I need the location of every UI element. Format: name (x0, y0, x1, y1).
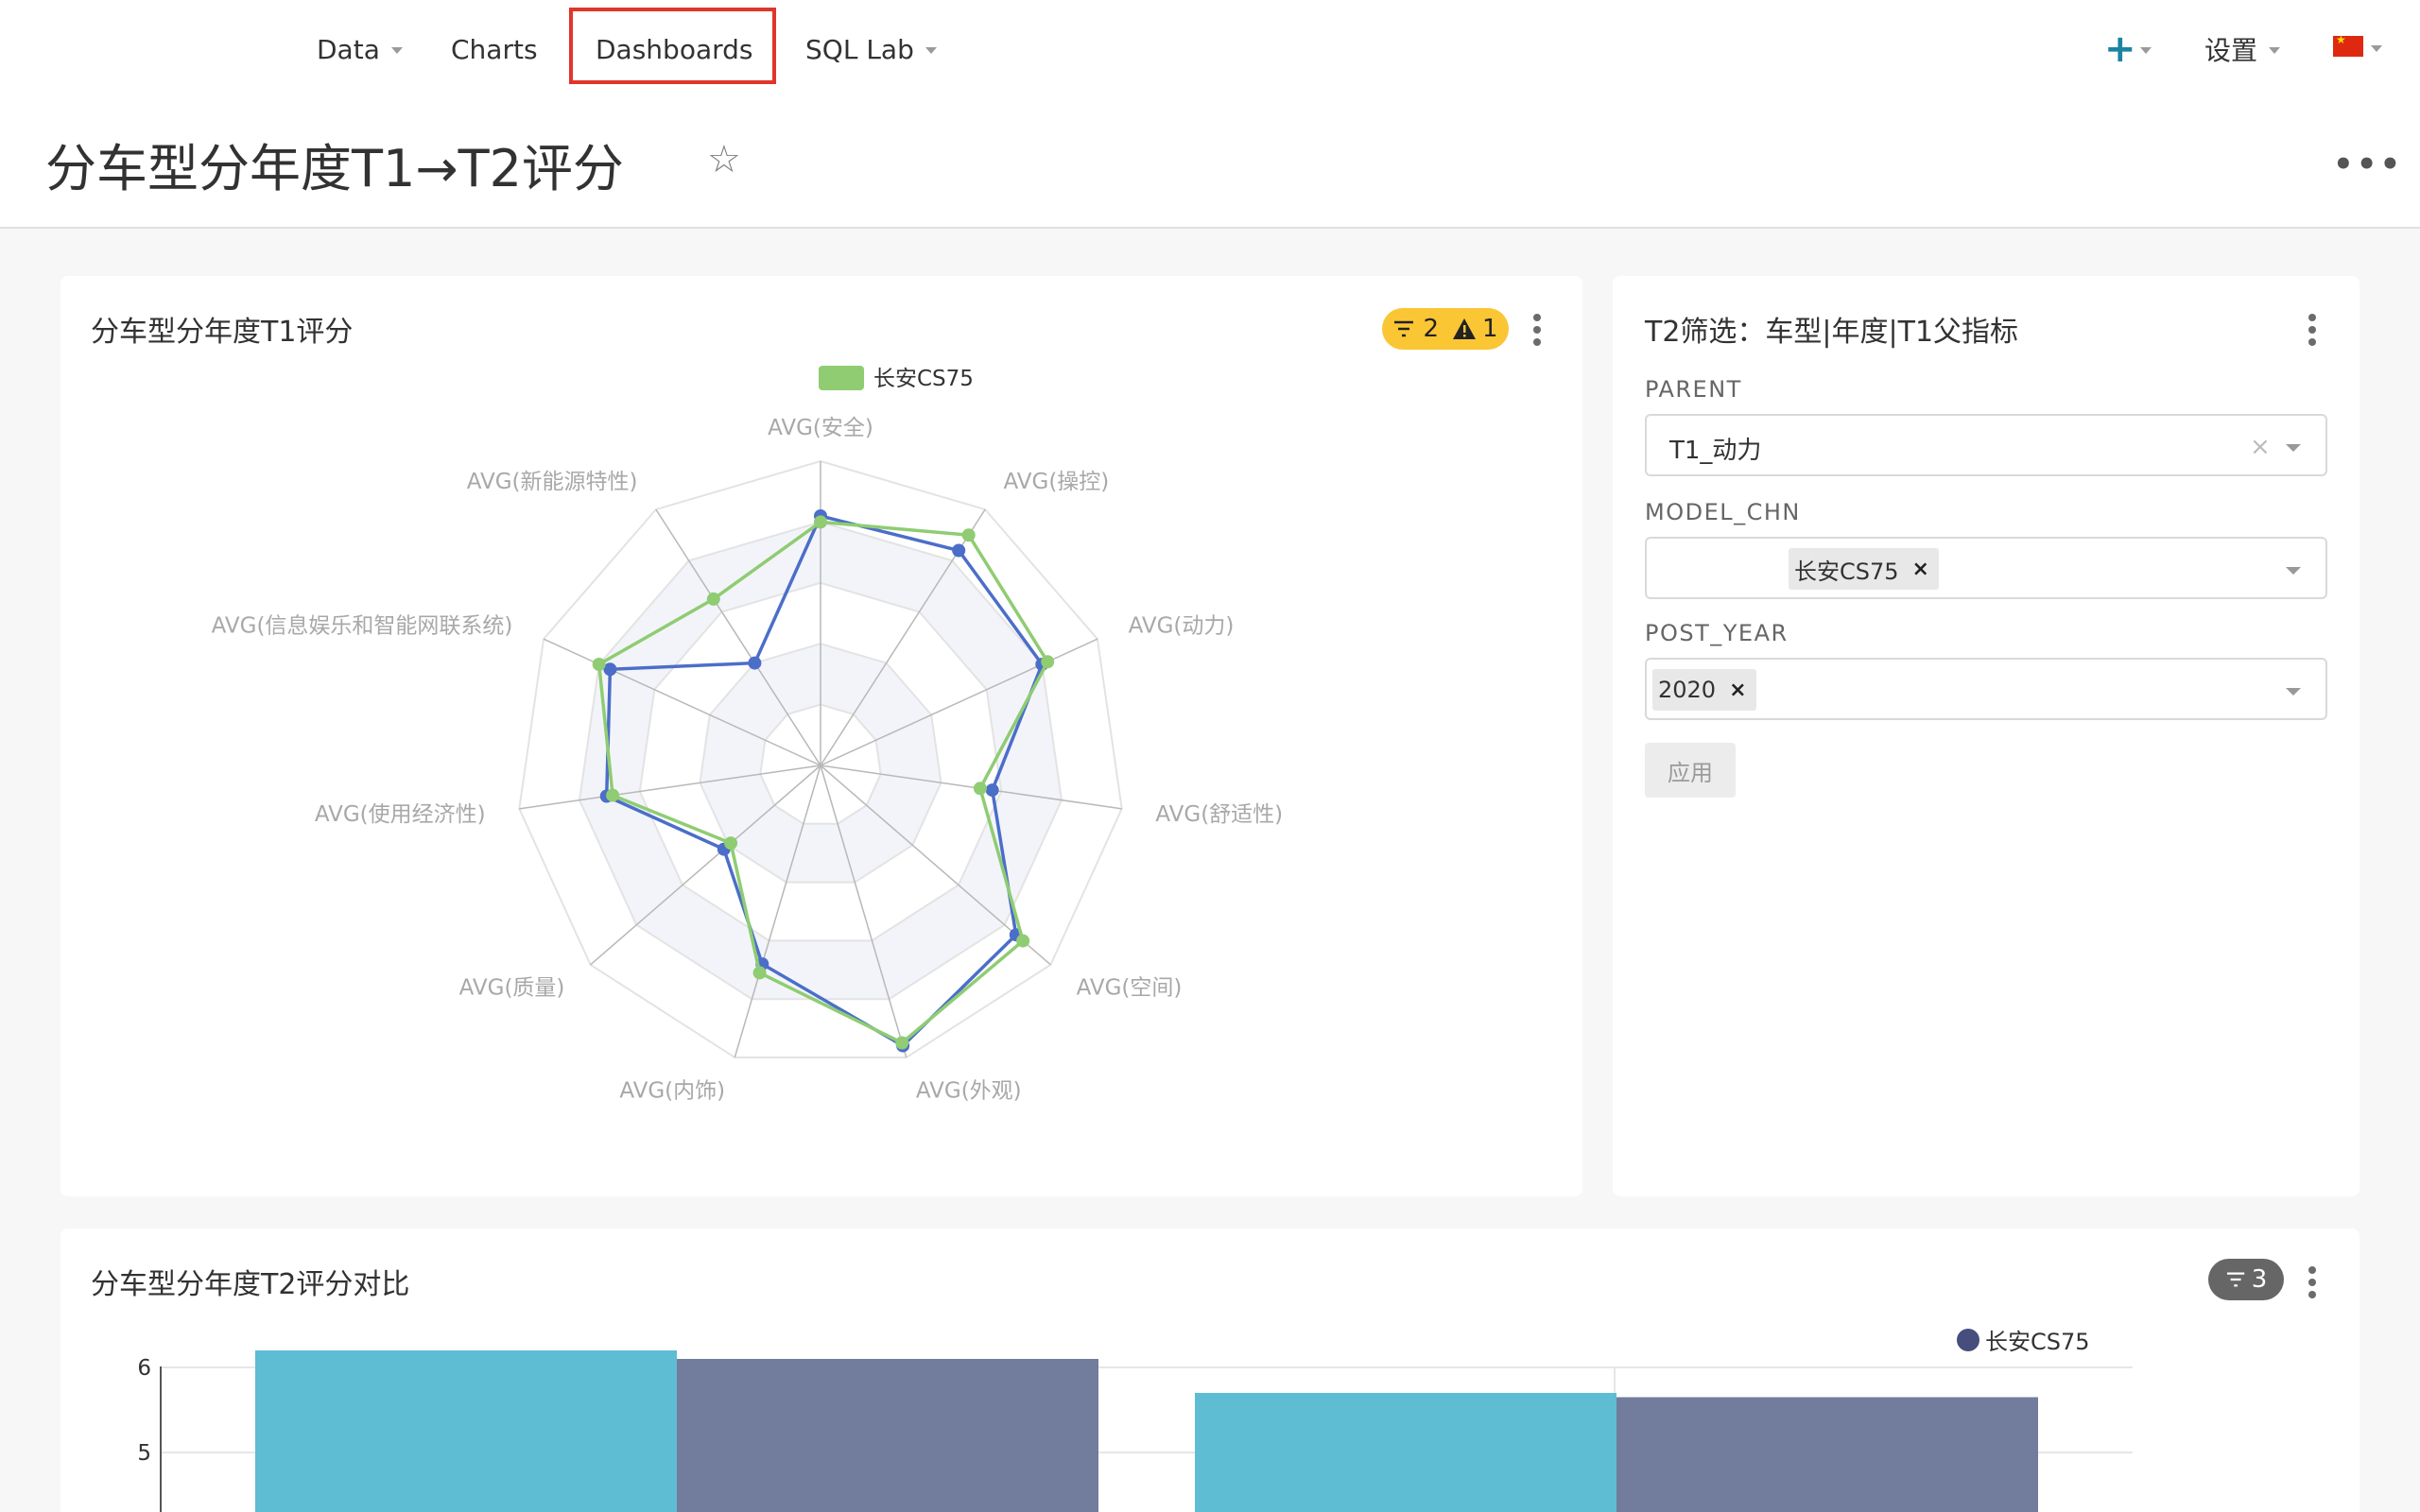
filter-card-title: T2筛选：车型|年度|T1父指标 (1645, 316, 2019, 349)
chevron-down-icon (2286, 688, 2301, 696)
radar-point (748, 656, 762, 670)
filter-icon (1394, 320, 1414, 337)
filter-status-badge[interactable]: 2 1 (1382, 308, 1509, 350)
top-nav: Data Charts Dashboards SQL Lab + 设置 (0, 0, 2420, 98)
radar-axis-label: AVG(使用经济性) (315, 802, 486, 827)
nav-charts-link[interactable]: Charts (451, 26, 538, 72)
settings-label: 设置 (2204, 35, 2258, 66)
nav-data-label: Data (317, 33, 380, 65)
parent-select[interactable]: T1_动力 × (1645, 414, 2327, 476)
bar (1195, 1393, 1616, 1512)
model-select[interactable]: 长安CS75 × (1645, 537, 2327, 599)
radar-axis-label: AVG(外观) (916, 1079, 1022, 1104)
chevron-down-icon (2371, 45, 2382, 52)
radar-point (895, 1036, 909, 1050)
chevron-down-icon (2286, 567, 2301, 575)
bar-chart-title: 分车型分年度T2评分对比 (91, 1268, 410, 1301)
radar-point (814, 515, 827, 529)
chevron-down-icon (2269, 46, 2281, 54)
more-options-icon[interactable]: ••• (2333, 146, 2403, 183)
chevron-down-icon (390, 46, 403, 54)
model-tag: 长安CS75 × (1789, 548, 1939, 590)
radar-axis-label: AVG(操控) (1004, 470, 1110, 494)
add-new-icon[interactable]: + (2104, 30, 2136, 68)
radar-chart: 长安CS75 AVG(安全) AVG(操控) AVG(动力) AVG(舒适性) AVG(空… (212, 366, 1283, 1104)
radar-legend: 长安CS75 (819, 366, 974, 391)
warning-icon (1453, 318, 1476, 339)
year-tag: 2020 × (1652, 669, 1756, 711)
radar-point (973, 782, 987, 796)
nav-data-menu[interactable]: Data (317, 26, 403, 72)
radar-point (985, 783, 999, 798)
remove-tag-icon[interactable]: × (1729, 679, 1746, 702)
year-select[interactable]: 2020 × (1645, 658, 2327, 720)
radar-axis-label: AVG(质量) (459, 975, 565, 1000)
filter-count: 3 (2251, 1265, 2268, 1294)
year-tag-label: 2020 (1658, 677, 1717, 703)
clear-icon[interactable]: × (2250, 433, 2271, 461)
radar-point (1041, 655, 1055, 669)
remove-tag-icon[interactable]: × (1912, 558, 1929, 581)
radar-axis-label: AVG(新能源特性) (467, 470, 638, 494)
radar-axis-label: AVG(空间) (1077, 975, 1183, 1000)
bar (255, 1350, 677, 1512)
radar-point (724, 836, 738, 850)
nav-dashboards-link[interactable]: Dashboards (596, 26, 753, 72)
chevron-down-icon (925, 46, 937, 54)
model-tag-label: 长安CS75 (1794, 558, 1899, 585)
bar (677, 1359, 1098, 1512)
chevron-down-icon (2140, 47, 2152, 54)
radar-point (1016, 934, 1030, 948)
radar-axis-label: AVG(安全) (768, 416, 873, 440)
apply-button[interactable]: 应用 (1645, 743, 1736, 798)
filter-status-badge[interactable]: 3 (2208, 1259, 2284, 1300)
parent-select-value: T1_动力 (1669, 437, 1762, 465)
radar-chart-title: 分车型分年度T1评分 (91, 316, 354, 349)
nav-charts-label: Charts (451, 33, 538, 65)
radar-point (706, 592, 720, 606)
bar (1616, 1397, 2038, 1512)
radar-point (592, 658, 606, 671)
legend-label: 长安CS75 (873, 367, 974, 391)
radar-point (606, 788, 620, 802)
alert-count: 1 (1482, 315, 1498, 343)
filter-count: 2 (1423, 315, 1439, 343)
filter-card-menu-icon[interactable] (2308, 314, 2318, 348)
radar-axis-label: AVG(舒适性) (1155, 802, 1283, 827)
y-tick-label: 6 (137, 1356, 151, 1381)
bar-chart: 65 (137, 1350, 2133, 1512)
y-tick-label: 5 (137, 1441, 151, 1466)
filter-icon (2226, 1272, 2244, 1287)
page-title: 分车型分年度T1→T2评分 (45, 139, 624, 198)
radar-point (961, 528, 976, 542)
radar-card-menu-icon[interactable] (1533, 314, 1543, 348)
radar-point (952, 543, 966, 558)
model-filter-label: MODEL_CHN (1645, 499, 1801, 525)
parent-filter-label: PARENT (1645, 376, 1742, 403)
radar-point (752, 966, 767, 980)
year-filter-label: POST_YEAR (1645, 620, 1789, 646)
dashboard-header: 分车型分年度T1→T2评分 ☆ ••• (0, 98, 2420, 229)
radar-axis-label: AVG(动力) (1129, 613, 1235, 638)
nav-dashboards-label: Dashboards (596, 33, 753, 65)
settings-menu[interactable]: 设置 (2204, 26, 2281, 72)
bar-card-menu-icon[interactable] (2308, 1266, 2318, 1300)
nav-sqllab-label: SQL Lab (805, 33, 914, 65)
legend-swatch (819, 366, 864, 390)
star-icon[interactable]: ☆ (707, 138, 741, 181)
nav-sqllab-menu[interactable]: SQL Lab (805, 26, 937, 72)
radar-axis-label: AVG(信息娱乐和智能网联系统) (212, 613, 513, 638)
chevron-down-icon (2286, 444, 2301, 452)
china-flag-icon[interactable] (2333, 33, 2363, 57)
radar-axis-label: AVG(内饰) (619, 1079, 725, 1104)
